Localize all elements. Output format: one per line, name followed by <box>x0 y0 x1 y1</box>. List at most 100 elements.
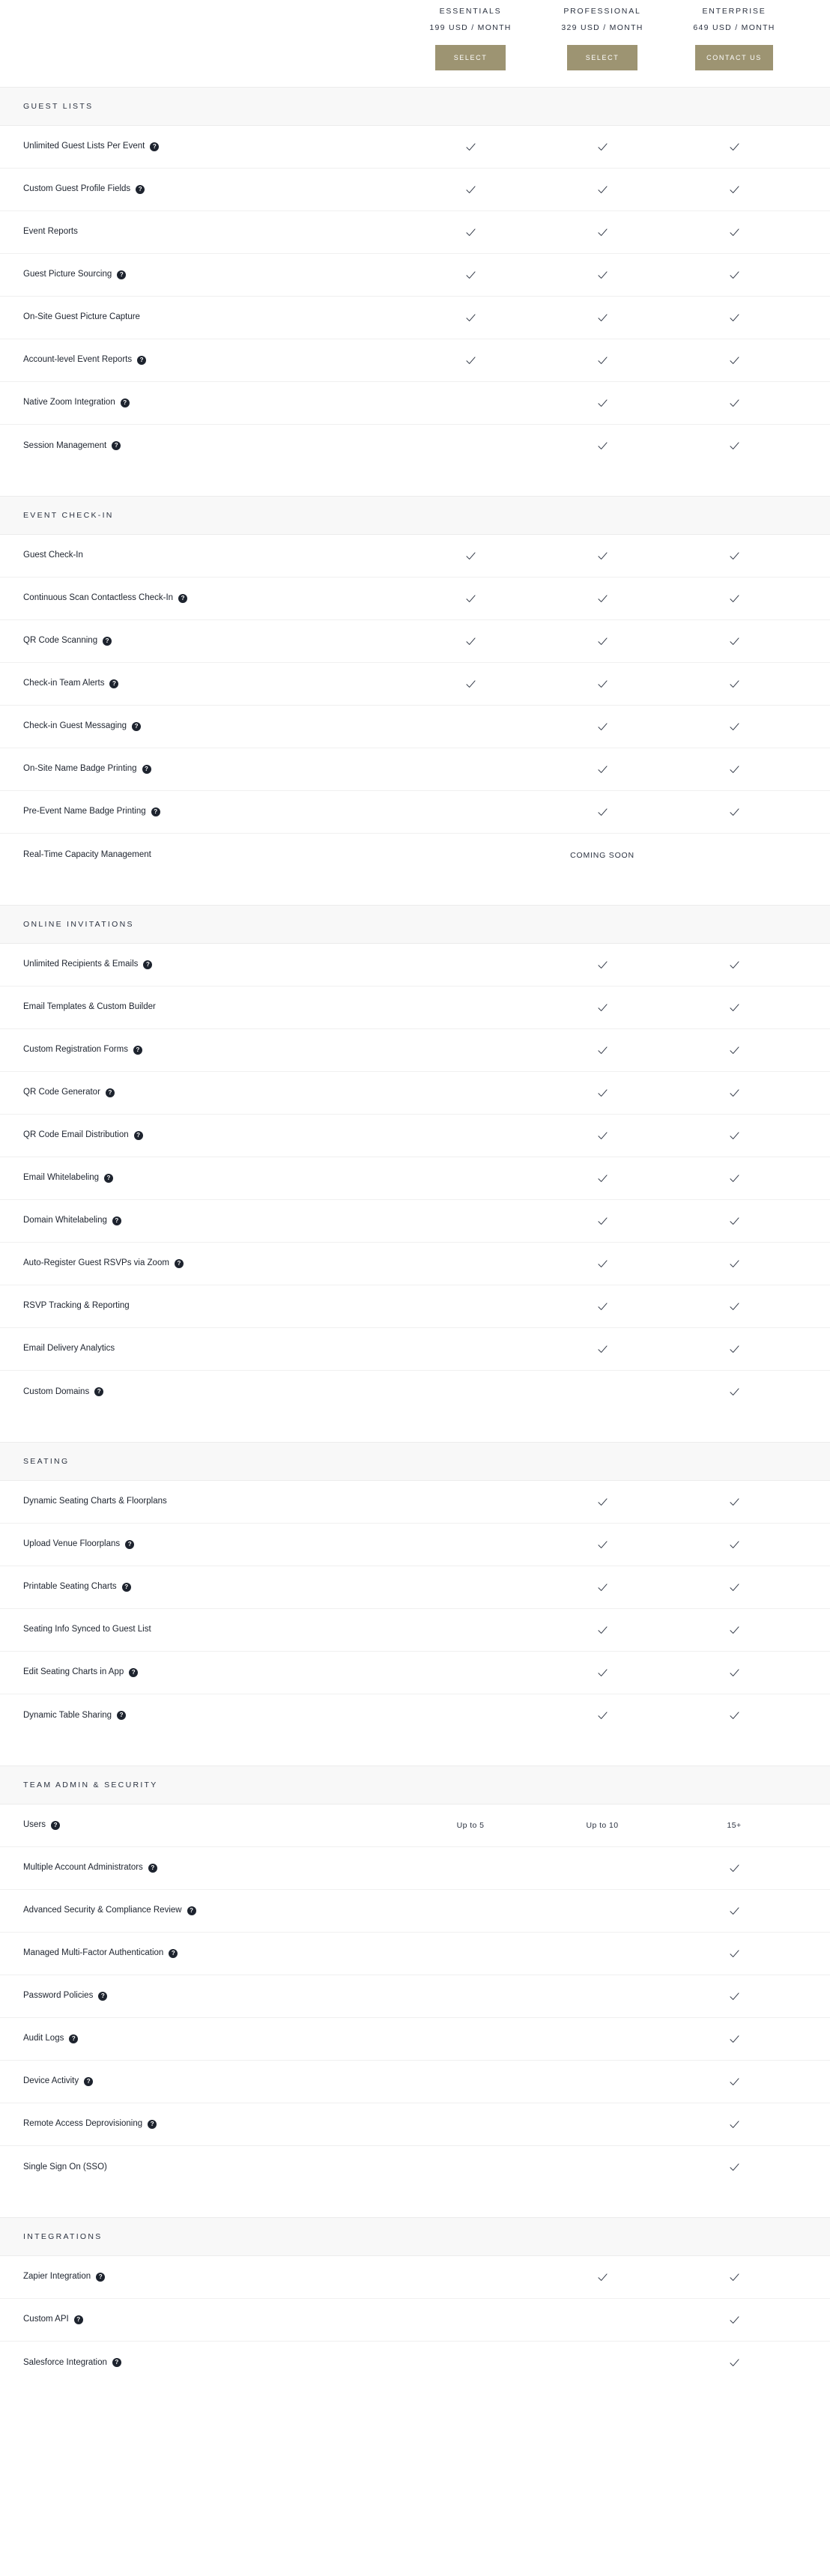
cell-enterprise <box>668 2271 800 2284</box>
section-gap <box>0 876 830 905</box>
cell-essentials <box>405 593 536 605</box>
feature-label: On-Site Name Badge Printing <box>23 764 137 774</box>
help-icon[interactable]: ? <box>120 398 130 407</box>
feature-label-cell: Check-in Team Alerts? <box>0 679 405 689</box>
help-icon[interactable]: ? <box>117 270 127 279</box>
cell-professional <box>536 440 668 452</box>
help-icon[interactable]: ? <box>96 2272 106 2282</box>
help-icon[interactable]: ? <box>133 1130 143 1140</box>
check-icon <box>730 637 739 645</box>
cell-enterprise <box>668 2161 800 2174</box>
feature-row: Multiple Account Administrators? <box>0 1847 830 1890</box>
select-button-professional[interactable]: SELECT <box>567 45 637 70</box>
cell-professional <box>536 397 668 410</box>
help-icon[interactable]: ? <box>98 1991 108 2001</box>
help-icon[interactable]: ? <box>121 1582 131 1592</box>
help-icon[interactable]: ? <box>151 807 160 816</box>
help-icon[interactable]: ? <box>73 2315 83 2324</box>
help-icon[interactable]: ? <box>142 764 151 774</box>
section-gap <box>0 467 830 496</box>
plan-price: 649 USD / MONTH <box>693 23 775 32</box>
feature-label-cell: Account-level Event Reports? <box>0 355 405 366</box>
help-icon[interactable]: ? <box>105 1088 115 1097</box>
check-icon <box>730 1003 739 1011</box>
help-icon[interactable]: ? <box>133 1045 142 1055</box>
cell-enterprise <box>668 550 800 563</box>
cell-professional <box>536 1709 668 1722</box>
check-icon <box>730 1497 739 1506</box>
feature-label: RSVP Tracking & Reporting <box>23 1301 130 1311</box>
help-icon[interactable]: ? <box>84 2076 94 2086</box>
select-button-essentials[interactable]: SELECT <box>435 45 506 70</box>
help-icon[interactable]: ? <box>125 1539 135 1549</box>
check-icon <box>730 1625 739 1634</box>
help-icon[interactable]: ? <box>148 1863 157 1873</box>
feature-label-cell: Zapier Integration? <box>0 2272 405 2282</box>
feature-row: Device Activity? <box>0 2061 830 2103</box>
check-icon <box>730 1864 739 1872</box>
check-icon <box>598 1540 607 1548</box>
feature-row: Guest Picture Sourcing? <box>0 254 830 297</box>
help-icon[interactable]: ? <box>112 441 121 451</box>
help-icon[interactable]: ? <box>132 721 142 731</box>
check-icon <box>598 637 607 645</box>
check-icon <box>598 679 607 688</box>
cell-professional <box>536 1215 668 1228</box>
help-icon[interactable]: ? <box>143 960 153 969</box>
help-icon[interactable]: ? <box>174 1258 184 1268</box>
cell-enterprise <box>668 1258 800 1270</box>
help-icon[interactable]: ? <box>51 1820 61 1830</box>
feature-label: Email Delivery Analytics <box>23 1344 115 1354</box>
help-icon[interactable]: ? <box>187 1906 196 1915</box>
check-icon <box>730 2120 739 2128</box>
contact-us-button-enterprise[interactable]: CONTACT US <box>695 45 773 70</box>
help-icon[interactable]: ? <box>137 355 147 365</box>
help-icon[interactable]: ? <box>104 1173 113 1183</box>
help-icon[interactable]: ? <box>148 2119 157 2129</box>
check-icon <box>730 1131 739 1139</box>
cell-enterprise <box>668 806 800 819</box>
help-icon[interactable]: ? <box>109 679 119 688</box>
check-icon <box>730 1906 739 1915</box>
check-icon <box>730 1046 739 1054</box>
check-icon <box>598 1003 607 1011</box>
feature-row: Audit Logs? <box>0 2018 830 2061</box>
feature-label: Users <box>23 1820 46 1830</box>
feature-label: Dynamic Seating Charts & Floorplans <box>23 1497 167 1506</box>
cell-professional: Up to 10 <box>536 1821 668 1830</box>
cell-essentials <box>405 312 536 324</box>
cell-enterprise <box>668 1709 800 1722</box>
feature-label-cell: Event Reports <box>0 227 405 237</box>
check-icon <box>598 551 607 560</box>
feature-row: Managed Multi-Factor Authentication? <box>0 1933 830 1975</box>
help-icon[interactable]: ? <box>103 636 112 646</box>
help-icon[interactable]: ? <box>69 2034 79 2043</box>
help-icon[interactable]: ? <box>178 593 188 603</box>
feature-label: Salesforce Integration <box>23 2357 107 2367</box>
feature-label: Advanced Security & Compliance Review <box>23 1906 182 1915</box>
coming-soon-badge: COMING SOON <box>570 850 634 860</box>
feature-label-cell: QR Code Scanning? <box>0 636 405 646</box>
help-icon[interactable]: ? <box>136 184 145 194</box>
help-icon[interactable]: ? <box>117 1711 127 1721</box>
cell-essentials <box>405 226 536 239</box>
help-icon[interactable]: ? <box>112 1216 121 1225</box>
help-icon[interactable]: ? <box>129 1667 139 1677</box>
feature-label-cell: QR Code Generator? <box>0 1088 405 1098</box>
feature-row: Single Sign On (SSO) <box>0 2146 830 2189</box>
help-icon[interactable]: ? <box>150 142 160 151</box>
feature-row: Zapier Integration? <box>0 2256 830 2299</box>
help-icon[interactable]: ? <box>112 2358 121 2368</box>
cell-enterprise <box>668 593 800 605</box>
feature-label-cell: Multiple Account Administrators? <box>0 1863 405 1873</box>
check-icon <box>466 356 475 364</box>
cell-essentials <box>405 184 536 196</box>
feature-label: Custom Guest Profile Fields <box>23 184 131 194</box>
feature-label: QR Code Scanning <box>23 636 98 646</box>
check-icon <box>730 442 739 449</box>
feature-label: Domain Whitelabeling <box>23 1216 107 1225</box>
cell-enterprise <box>668 226 800 239</box>
help-icon[interactable]: ? <box>94 1387 104 1397</box>
feature-label-cell: Unlimited Recipients & Emails? <box>0 960 405 970</box>
help-icon[interactable]: ? <box>169 1948 178 1958</box>
